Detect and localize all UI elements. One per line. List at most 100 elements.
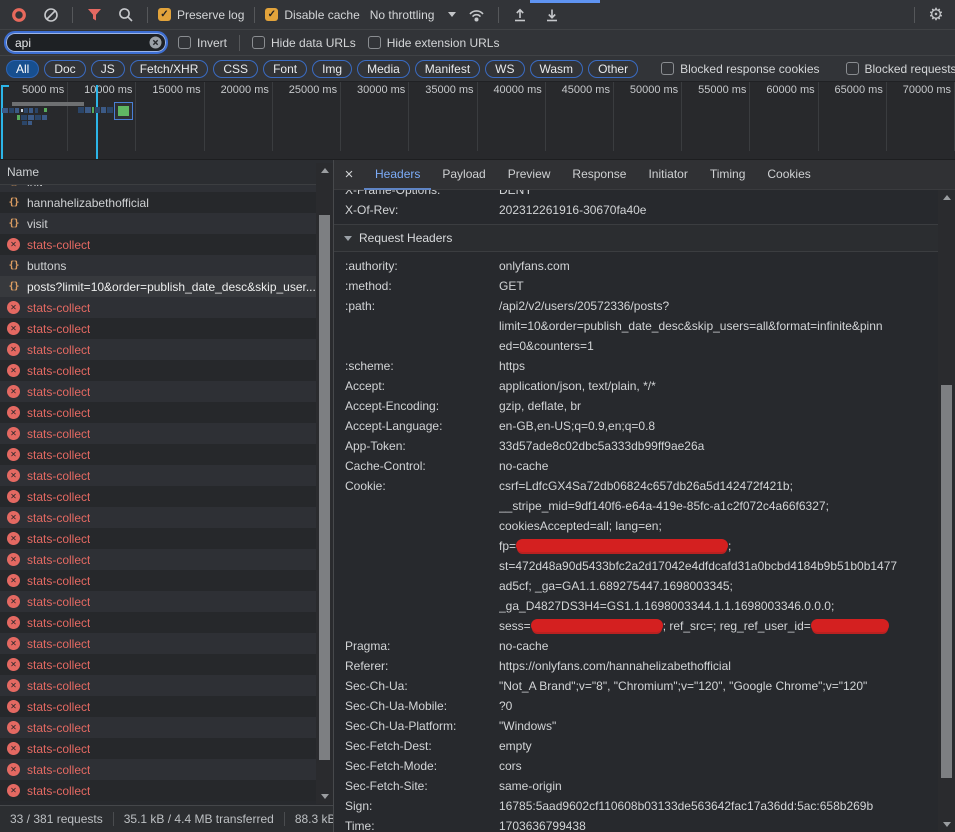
scroll-down-arrow[interactable] bbox=[943, 822, 951, 827]
request-row[interactable]: posts?limit=10&order=publish_date_desc&s… bbox=[0, 276, 333, 297]
hide-extension-urls-checkbox[interactable]: Hide extension URLs bbox=[368, 36, 500, 50]
filter-icon[interactable] bbox=[83, 4, 105, 26]
request-name: stats-collect bbox=[27, 658, 90, 672]
request-row[interactable]: buttons bbox=[0, 255, 333, 276]
network-toolbar: ✓ Preserve log ✓ Disable cache No thrott… bbox=[0, 0, 955, 30]
blocked-filter-checkbox[interactable]: Blocked response cookies bbox=[661, 62, 819, 76]
request-name: stats-collect bbox=[27, 448, 90, 462]
type-filter-pill[interactable]: Img bbox=[312, 60, 352, 78]
details-tab[interactable]: Payload bbox=[431, 160, 496, 190]
network-conditions-icon[interactable] bbox=[466, 4, 488, 26]
waterfall-bar bbox=[2, 108, 8, 113]
name-column-header[interactable]: Name bbox=[0, 160, 333, 185]
request-row[interactable]: stats-collect bbox=[0, 633, 333, 654]
request-row[interactable]: stats-collect bbox=[0, 486, 333, 507]
header-value: application/json, text/plain, */* bbox=[499, 376, 955, 396]
request-row[interactable]: stats-collect bbox=[0, 423, 333, 444]
details-tab[interactable]: Preview bbox=[497, 160, 562, 190]
divider bbox=[254, 7, 255, 23]
request-row[interactable]: visit bbox=[0, 213, 333, 234]
filter-input[interactable] bbox=[6, 33, 166, 52]
header-value: ?0 bbox=[499, 696, 955, 716]
scroll-up-arrow[interactable] bbox=[321, 168, 329, 173]
request-row[interactable]: stats-collect bbox=[0, 780, 333, 801]
request-type-icon bbox=[7, 185, 20, 188]
request-row[interactable]: stats-collect bbox=[0, 234, 333, 255]
type-filter-pill[interactable]: Wasm bbox=[530, 60, 584, 78]
type-filter-pill[interactable]: JS bbox=[91, 60, 125, 78]
clear-filter-icon[interactable] bbox=[149, 36, 162, 49]
request-type-icon bbox=[7, 301, 20, 314]
request-row[interactable]: stats-collect bbox=[0, 591, 333, 612]
type-filter-pill[interactable]: CSS bbox=[213, 60, 258, 78]
request-row[interactable]: hannahelizabethofficial bbox=[0, 192, 333, 213]
request-row[interactable]: stats-collect bbox=[0, 570, 333, 591]
scrollbar-thumb[interactable] bbox=[941, 385, 952, 778]
type-filter-pill[interactable]: Other bbox=[588, 60, 638, 78]
request-row[interactable]: stats-collect bbox=[0, 360, 333, 381]
header-name: App-Token: bbox=[334, 436, 499, 456]
request-row[interactable]: stats-collect bbox=[0, 444, 333, 465]
import-har-icon[interactable] bbox=[509, 4, 531, 26]
hide-data-urls-checkbox[interactable]: Hide data URLs bbox=[252, 36, 356, 50]
request-row[interactable]: init bbox=[0, 185, 333, 192]
type-filter-pill[interactable]: Media bbox=[357, 60, 410, 78]
type-filter-pill[interactable]: Fetch/XHR bbox=[130, 60, 209, 78]
request-row[interactable]: stats-collect bbox=[0, 528, 333, 549]
export-har-icon[interactable] bbox=[541, 4, 563, 26]
network-status-bar: 33 / 381 requests 35.1 kB / 4.4 MB trans… bbox=[0, 805, 333, 832]
record-button[interactable] bbox=[8, 4, 30, 26]
invert-checkbox[interactable]: Invert bbox=[178, 36, 227, 50]
request-row[interactable]: stats-collect bbox=[0, 339, 333, 360]
request-list-scrollbar[interactable] bbox=[316, 163, 333, 804]
divider bbox=[113, 812, 114, 826]
scroll-up-arrow[interactable] bbox=[943, 195, 951, 200]
request-row[interactable]: stats-collect bbox=[0, 696, 333, 717]
details-tab[interactable]: Initiator bbox=[637, 160, 698, 190]
request-row[interactable]: stats-collect bbox=[0, 759, 333, 780]
request-row[interactable]: stats-collect bbox=[0, 402, 333, 423]
request-type-filters: All Doc JS Fetch/XHRCSS Font Img Media Manifest… bbox=[0, 56, 955, 82]
request-row[interactable]: stats-collect bbox=[0, 654, 333, 675]
details-tab[interactable]: Headers bbox=[364, 160, 431, 190]
request-headers-section[interactable]: Request Headers bbox=[334, 225, 955, 252]
type-filter-pill[interactable]: Manifest bbox=[415, 60, 480, 78]
type-filter-pill[interactable]: Font bbox=[263, 60, 307, 78]
clear-button[interactable] bbox=[40, 4, 62, 26]
request-row[interactable]: stats-collect bbox=[0, 318, 333, 339]
preserve-log-checkbox[interactable]: ✓ Preserve log bbox=[158, 8, 244, 22]
close-details-icon[interactable]: × bbox=[334, 166, 364, 183]
scrollbar-thumb[interactable] bbox=[319, 215, 330, 760]
type-filter-pill[interactable]: Doc bbox=[44, 60, 85, 78]
waterfall-bar bbox=[96, 85, 98, 159]
blocked-filter-checkbox[interactable]: Blocked requests bbox=[846, 62, 955, 76]
network-overview[interactable]: 5000 ms10000 ms15000 ms20000 ms25000 ms3… bbox=[0, 82, 955, 160]
request-row[interactable]: stats-collect bbox=[0, 381, 333, 402]
details-tab[interactable]: Response bbox=[561, 160, 637, 190]
scroll-down-arrow[interactable] bbox=[321, 794, 329, 799]
header-value: onlyfans.com bbox=[499, 256, 955, 276]
request-row[interactable]: stats-collect bbox=[0, 507, 333, 528]
throttling-dropdown[interactable]: No throttling bbox=[370, 8, 457, 22]
type-filter-pill[interactable]: All bbox=[6, 60, 39, 78]
request-row[interactable]: stats-collect bbox=[0, 717, 333, 738]
details-tab[interactable]: Timing bbox=[699, 160, 757, 190]
waterfall-bar bbox=[85, 107, 91, 113]
request-row[interactable]: stats-collect bbox=[0, 738, 333, 759]
request-row[interactable]: stats-collect bbox=[0, 297, 333, 318]
request-row[interactable]: stats-collect bbox=[0, 465, 333, 486]
request-name: init bbox=[27, 185, 42, 189]
waterfall-bar bbox=[17, 115, 20, 120]
type-filter-pill[interactable]: WS bbox=[485, 60, 524, 78]
request-name: buttons bbox=[27, 259, 66, 273]
details-tab[interactable]: Cookies bbox=[756, 160, 821, 190]
details-scrollbar[interactable] bbox=[938, 190, 955, 832]
request-row[interactable]: stats-collect bbox=[0, 612, 333, 633]
request-details-panel: × HeadersPayloadPreviewResponseInitiator… bbox=[334, 160, 955, 832]
disable-cache-checkbox[interactable]: ✓ Disable cache bbox=[265, 8, 359, 22]
request-type-icon bbox=[7, 259, 20, 272]
search-icon[interactable] bbox=[115, 4, 137, 26]
request-row[interactable]: stats-collect bbox=[0, 675, 333, 696]
settings-gear-icon[interactable]: ⚙ bbox=[925, 4, 947, 26]
request-row[interactable]: stats-collect bbox=[0, 549, 333, 570]
